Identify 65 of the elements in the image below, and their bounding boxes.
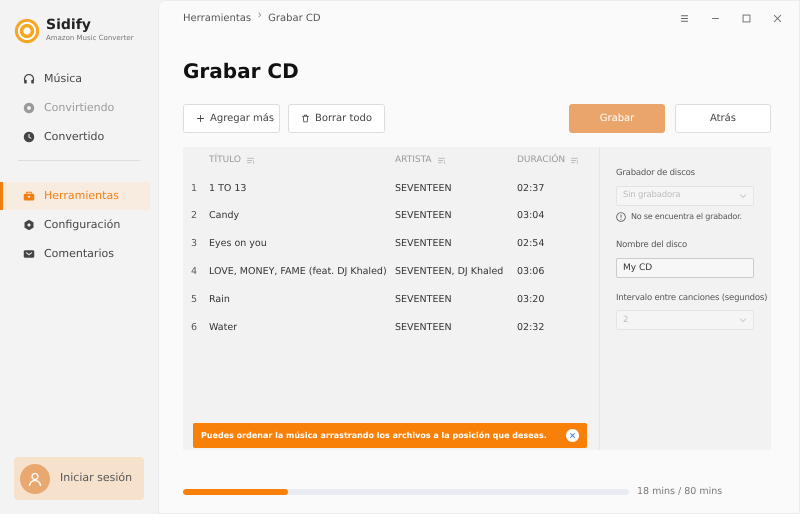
table-cell: SEVENTEEN <box>395 292 452 307</box>
login-button[interactable]: Iniciar sesión <box>14 457 144 500</box>
sort-icon <box>570 156 580 166</box>
tip-text: Puedes ordenar la música arrastrando los archivos a la posición que deseas. <box>201 430 547 442</box>
menu-icon[interactable] <box>679 13 690 24</box>
row-number: 4 <box>191 264 198 279</box>
headphones-icon <box>23 73 35 85</box>
sort-icon <box>246 156 256 166</box>
back-button[interactable]: Atrás <box>675 104 771 133</box>
table-cell: 02:37 <box>517 182 544 196</box>
chevron-icon <box>739 316 747 324</box>
table-cell: Rain <box>209 292 230 307</box>
warning-text: No se encuentra el grabador. <box>631 210 742 223</box>
mail-icon <box>23 248 35 260</box>
table-cell: 1 TO 13 <box>209 182 246 196</box>
field-label: Grabador de discos <box>616 167 696 180</box>
trash-icon <box>301 114 310 123</box>
row-number: 1 <box>191 182 198 196</box>
table-cell-text: 03:04 <box>517 209 544 224</box>
table-cell: Eyes on you <box>209 237 267 252</box>
table-cell: SEVENTEEN <box>395 182 452 196</box>
field-label: Nombre del disco <box>616 238 688 252</box>
input-field[interactable]: My CD <box>616 258 754 278</box>
breadcrumb-current: Grabar CD <box>268 12 321 26</box>
app-name: Sidify <box>46 18 92 34</box>
clear-button[interactable]: Borrar todo <box>288 104 385 133</box>
sidebar-item[interactable]: Configuración <box>0 211 150 239</box>
clock-icon <box>23 131 35 143</box>
table-cell-text: SEVENTEEN <box>395 209 452 224</box>
row-number: 5 <box>191 292 198 307</box>
table-cell-text: LOVE, MONEY, FAME (feat. DJ Khaled) <box>209 264 387 279</box>
plus-icon <box>196 114 205 123</box>
close-icon <box>569 432 576 439</box>
row-number: 6 <box>191 320 198 335</box>
table-cell: 02:54 <box>517 237 544 252</box>
table-cell: 03:20 <box>517 292 544 307</box>
field-label: Intervalo entre canciones (segundos) <box>616 292 768 304</box>
table-cell-text: SEVENTEEN, DJ Khaled <box>395 264 504 279</box>
add-button[interactable]: Agregar más <box>183 104 280 133</box>
disc-icon <box>23 102 35 114</box>
close-button[interactable] <box>566 429 579 442</box>
close-icon[interactable] <box>772 13 783 24</box>
row-number: 2 <box>191 209 198 224</box>
person-icon <box>27 470 43 486</box>
sidebar-item[interactable]: Comentarios <box>0 240 150 268</box>
breadcrumb-link[interactable]: Herramientas <box>183 11 252 26</box>
chevron-icon <box>739 192 747 200</box>
logo-icon <box>14 18 40 44</box>
gear-icon <box>23 219 35 231</box>
page-title: Grabar CD <box>183 58 300 85</box>
table-cell-text: Candy <box>209 209 240 224</box>
table-cell: SEVENTEEN <box>395 237 452 252</box>
toolbox-icon <box>23 190 35 202</box>
table-cell: SEVENTEEN <box>395 320 452 335</box>
table-cell: Water <box>209 320 238 335</box>
sort-icon <box>436 156 446 166</box>
maximize-icon[interactable] <box>741 13 752 24</box>
info-icon <box>616 212 626 222</box>
sidebar-item[interactable]: Música <box>0 65 150 93</box>
row-number: 3 <box>191 237 198 252</box>
sidebar-item[interactable]: Convertido <box>0 123 150 151</box>
capacity-reading: 18 mins / 80 mins <box>637 484 722 499</box>
chevron-icon <box>256 11 263 19</box>
table-cell-text: 03:06 <box>517 264 544 279</box>
table-cell: 02:32 <box>517 320 544 335</box>
